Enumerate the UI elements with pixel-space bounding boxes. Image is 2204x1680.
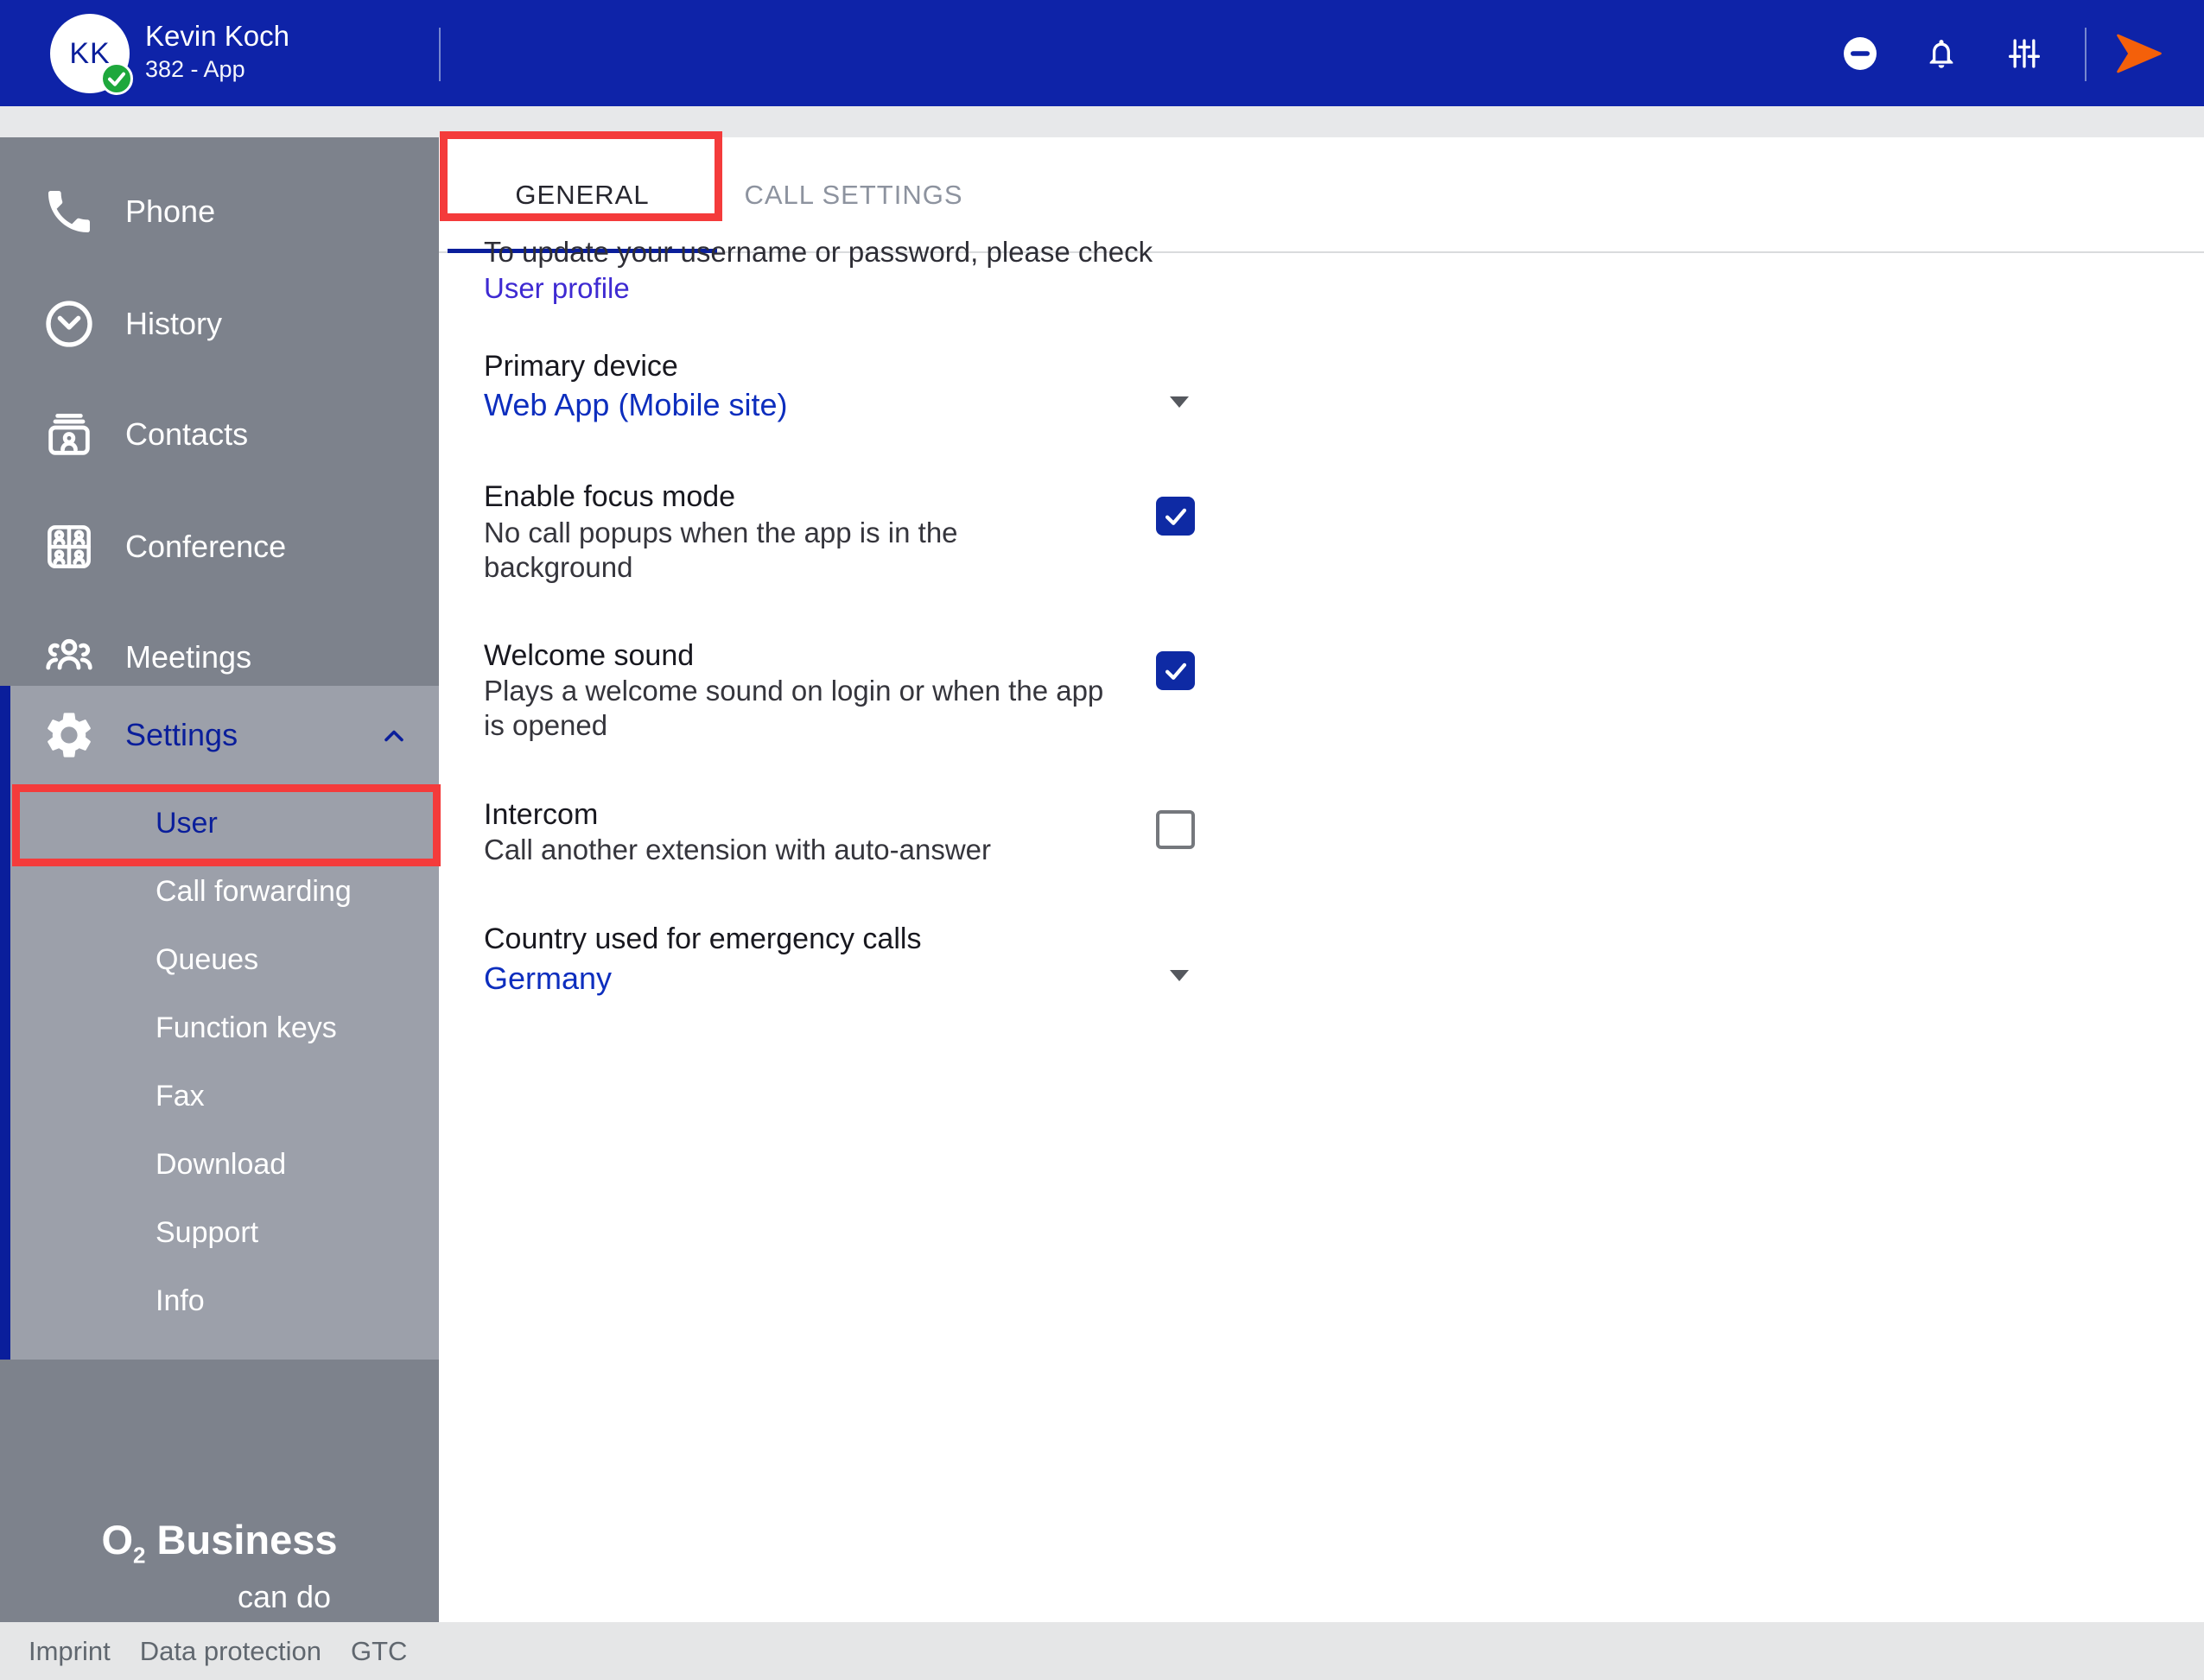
primary-device-select[interactable]: Web App (Mobile site) (484, 387, 788, 423)
presence-badge (100, 62, 133, 95)
intercom-label: Intercom (484, 798, 598, 832)
subitem-label: Call forwarding (156, 875, 352, 909)
sidebar-subitem-queues[interactable]: Queues (0, 926, 439, 994)
subitem-label: Function keys (156, 1011, 337, 1045)
caret-down-icon[interactable] (1170, 970, 1189, 981)
contacts-icon (40, 405, 98, 464)
welcome-sound-label: Welcome sound (484, 639, 694, 673)
notifications-bell-icon[interactable] (1924, 36, 1959, 71)
logo-tagline: can do (0, 1578, 439, 1616)
sidebar-item-phone[interactable]: Phone (0, 170, 439, 253)
primary-device-label: Primary device (484, 350, 678, 384)
user-meta: Kevin Koch 382 - App (145, 19, 289, 85)
header-divider (439, 28, 441, 81)
o2-business-logo: O2 Business can do (0, 1517, 439, 1616)
sidebar-item-label: Contacts (125, 416, 248, 453)
intro-line: To update your username or password, ple… (484, 234, 1279, 270)
sidebar-subitem-fax[interactable]: Fax (0, 1062, 439, 1131)
subitem-label: Queues (156, 943, 258, 977)
brand-arrow-icon[interactable] (2115, 33, 2163, 74)
subitem-label: Fax (156, 1080, 205, 1113)
main-content: GENERAL CALL SETTINGS To update your use… (439, 137, 2204, 1622)
conference-icon (40, 517, 98, 576)
imprint-link[interactable]: Imprint (29, 1636, 111, 1667)
tune-sliders-icon[interactable] (2007, 36, 2042, 71)
gtc-link[interactable]: GTC (351, 1636, 407, 1667)
sidebar-item-history[interactable]: History (0, 282, 439, 365)
welcome-sound-description: Plays a welcome sound on login or when t… (484, 674, 1103, 743)
user-extension: 382 - App (145, 54, 289, 85)
settings-section: Settings User Call forwarding Queues Fun… (0, 686, 439, 1360)
avatar[interactable]: KK (50, 14, 130, 93)
focus-mode-label: Enable focus mode (484, 480, 735, 514)
caret-down-icon[interactable] (1170, 396, 1189, 408)
subheader-band (0, 106, 2204, 137)
data-protection-link[interactable]: Data protection (140, 1636, 321, 1667)
header-divider (2085, 28, 2086, 81)
sidebar-subitem-info[interactable]: Info (0, 1267, 439, 1335)
dnd-status-icon[interactable] (1843, 36, 1877, 71)
sidebar: Phone History Contacts (0, 137, 439, 1622)
settings-submenu: User Call forwarding Queues Function key… (0, 789, 439, 1335)
sidebar-subitem-download[interactable]: Download (0, 1131, 439, 1199)
sidebar-subitem-support[interactable]: Support (0, 1199, 439, 1267)
sidebar-item-conference[interactable]: Conference (0, 505, 439, 588)
sidebar-item-label: Settings (125, 717, 238, 753)
sidebar-subitem-user[interactable]: User (0, 789, 439, 858)
phone-icon (40, 182, 98, 241)
meetings-icon (40, 628, 98, 687)
intercom-description: Call another extension with auto-answer (484, 833, 991, 867)
sidebar-item-label: Phone (125, 193, 215, 230)
sidebar-subitem-function-keys[interactable]: Function keys (0, 994, 439, 1062)
focus-mode-description: No call popups when the app is in the ba… (484, 516, 958, 585)
sidebar-item-label: Meetings (125, 639, 251, 675)
history-icon (40, 295, 98, 353)
subitem-label: Download (156, 1148, 286, 1182)
sidebar-item-label: Conference (125, 529, 286, 565)
user-name: Kevin Koch (145, 19, 289, 54)
emergency-country-select[interactable]: Germany (484, 960, 612, 997)
sidebar-footer-area: O2 Business can do (0, 1360, 439, 1622)
gear-icon (40, 706, 98, 764)
welcome-sound-checkbox[interactable] (1156, 651, 1195, 690)
check-icon (103, 65, 130, 92)
emergency-country-label: Country used for emergency calls (484, 922, 921, 956)
chevron-up-icon (378, 720, 410, 751)
sidebar-item-label: History (125, 306, 222, 342)
intro-text: To update your username or password, ple… (484, 234, 1279, 307)
header-bar: KK Kevin Koch 382 - App (0, 0, 2204, 106)
footer-bar: Imprint Data protection GTC (0, 1622, 2204, 1680)
intercom-checkbox[interactable] (1156, 810, 1195, 849)
logo-brand: O2 Business (0, 1517, 439, 1578)
subitem-label: Info (156, 1284, 205, 1318)
subitem-label: Support (156, 1216, 258, 1250)
sidebar-item-contacts[interactable]: Contacts (0, 393, 439, 476)
subitem-label: User (156, 807, 218, 840)
focus-mode-checkbox[interactable] (1156, 497, 1195, 536)
sidebar-subitem-call-forwarding[interactable]: Call forwarding (0, 858, 439, 926)
app-window: KK Kevin Koch 382 - App (0, 0, 2204, 1680)
user-profile-link[interactable]: User profile (484, 270, 1279, 307)
sidebar-item-settings[interactable]: Settings (0, 686, 439, 784)
